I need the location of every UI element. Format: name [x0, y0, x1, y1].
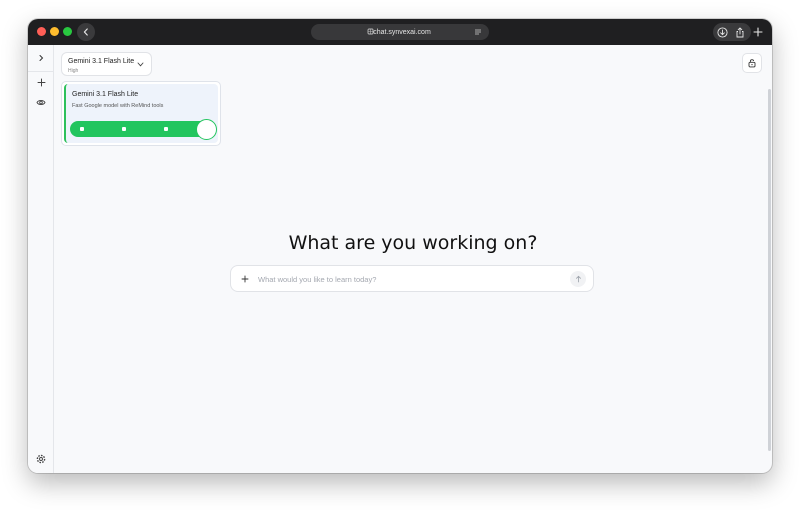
- maximize-window-button[interactable]: [63, 27, 72, 36]
- model-selector[interactable]: Gemini 3.1 Flash Lite High: [61, 52, 152, 76]
- chat-input[interactable]: [258, 271, 558, 287]
- model-option-selected: Gemini 3.1 Flash Lite Fast Google model …: [64, 84, 218, 143]
- share-button[interactable]: [731, 23, 749, 41]
- browser-window: chat.synvexai.com Gemini 3.1 Flash Lite …: [28, 19, 772, 473]
- history-button[interactable]: [35, 96, 47, 108]
- sidebar: [28, 45, 54, 473]
- private-mode-button[interactable]: [742, 53, 762, 73]
- model-selector-effort: High: [68, 68, 79, 74]
- lock-icon: [748, 59, 756, 68]
- url-text: chat.synvexai.com: [373, 28, 431, 36]
- chat-composer: [230, 265, 594, 292]
- close-window-button[interactable]: [37, 27, 46, 36]
- slider-step-dot: [80, 127, 84, 131]
- chevron-down-icon: [137, 62, 144, 67]
- attach-button[interactable]: [240, 274, 250, 284]
- slider-step-dot: [164, 127, 168, 131]
- model-selector-name: Gemini 3.1 Flash Lite: [68, 58, 135, 65]
- page-scrollbar[interactable]: [768, 89, 771, 451]
- back-button[interactable]: [77, 23, 95, 41]
- site-info-icon: [367, 28, 374, 35]
- eye-icon: [36, 99, 46, 105]
- download-button[interactable]: [713, 23, 731, 41]
- share-icon: [736, 26, 744, 37]
- plus-icon: [753, 27, 763, 37]
- page-title: What are you working on?: [288, 232, 538, 254]
- new-tab-button[interactable]: [749, 23, 767, 41]
- slider-step-dot: [122, 127, 126, 131]
- chevron-left-icon: [83, 28, 88, 36]
- reader-icon[interactable]: [474, 28, 482, 36]
- plus-icon: [241, 275, 249, 283]
- arrow-up-icon: [575, 275, 581, 283]
- download-icon: [716, 26, 728, 38]
- slider-thumb[interactable]: [196, 119, 217, 140]
- chevron-right-icon: [39, 55, 44, 61]
- reasoning-effort-slider[interactable]: [70, 119, 217, 140]
- model-option-title: Gemini 3.1 Flash Lite: [72, 91, 139, 98]
- address-bar[interactable]: chat.synvexai.com: [311, 24, 489, 40]
- main-content: Gemini 3.1 Flash Lite High Gemini 3.1 Fl…: [54, 45, 772, 473]
- model-option-card[interactable]: Gemini 3.1 Flash Lite Fast Google model …: [61, 81, 221, 146]
- gear-icon: [36, 454, 46, 464]
- new-chat-button[interactable]: [35, 76, 47, 88]
- minimize-window-button[interactable]: [50, 27, 59, 36]
- sidebar-divider: [28, 71, 54, 72]
- plus-icon: [37, 78, 45, 86]
- model-option-description: Fast Google model with ReMind tools: [72, 103, 164, 109]
- settings-button[interactable]: [35, 453, 47, 465]
- send-button[interactable]: [570, 271, 586, 287]
- browser-titlebar: chat.synvexai.com: [28, 19, 772, 45]
- sidebar-toggle-button[interactable]: [35, 52, 47, 64]
